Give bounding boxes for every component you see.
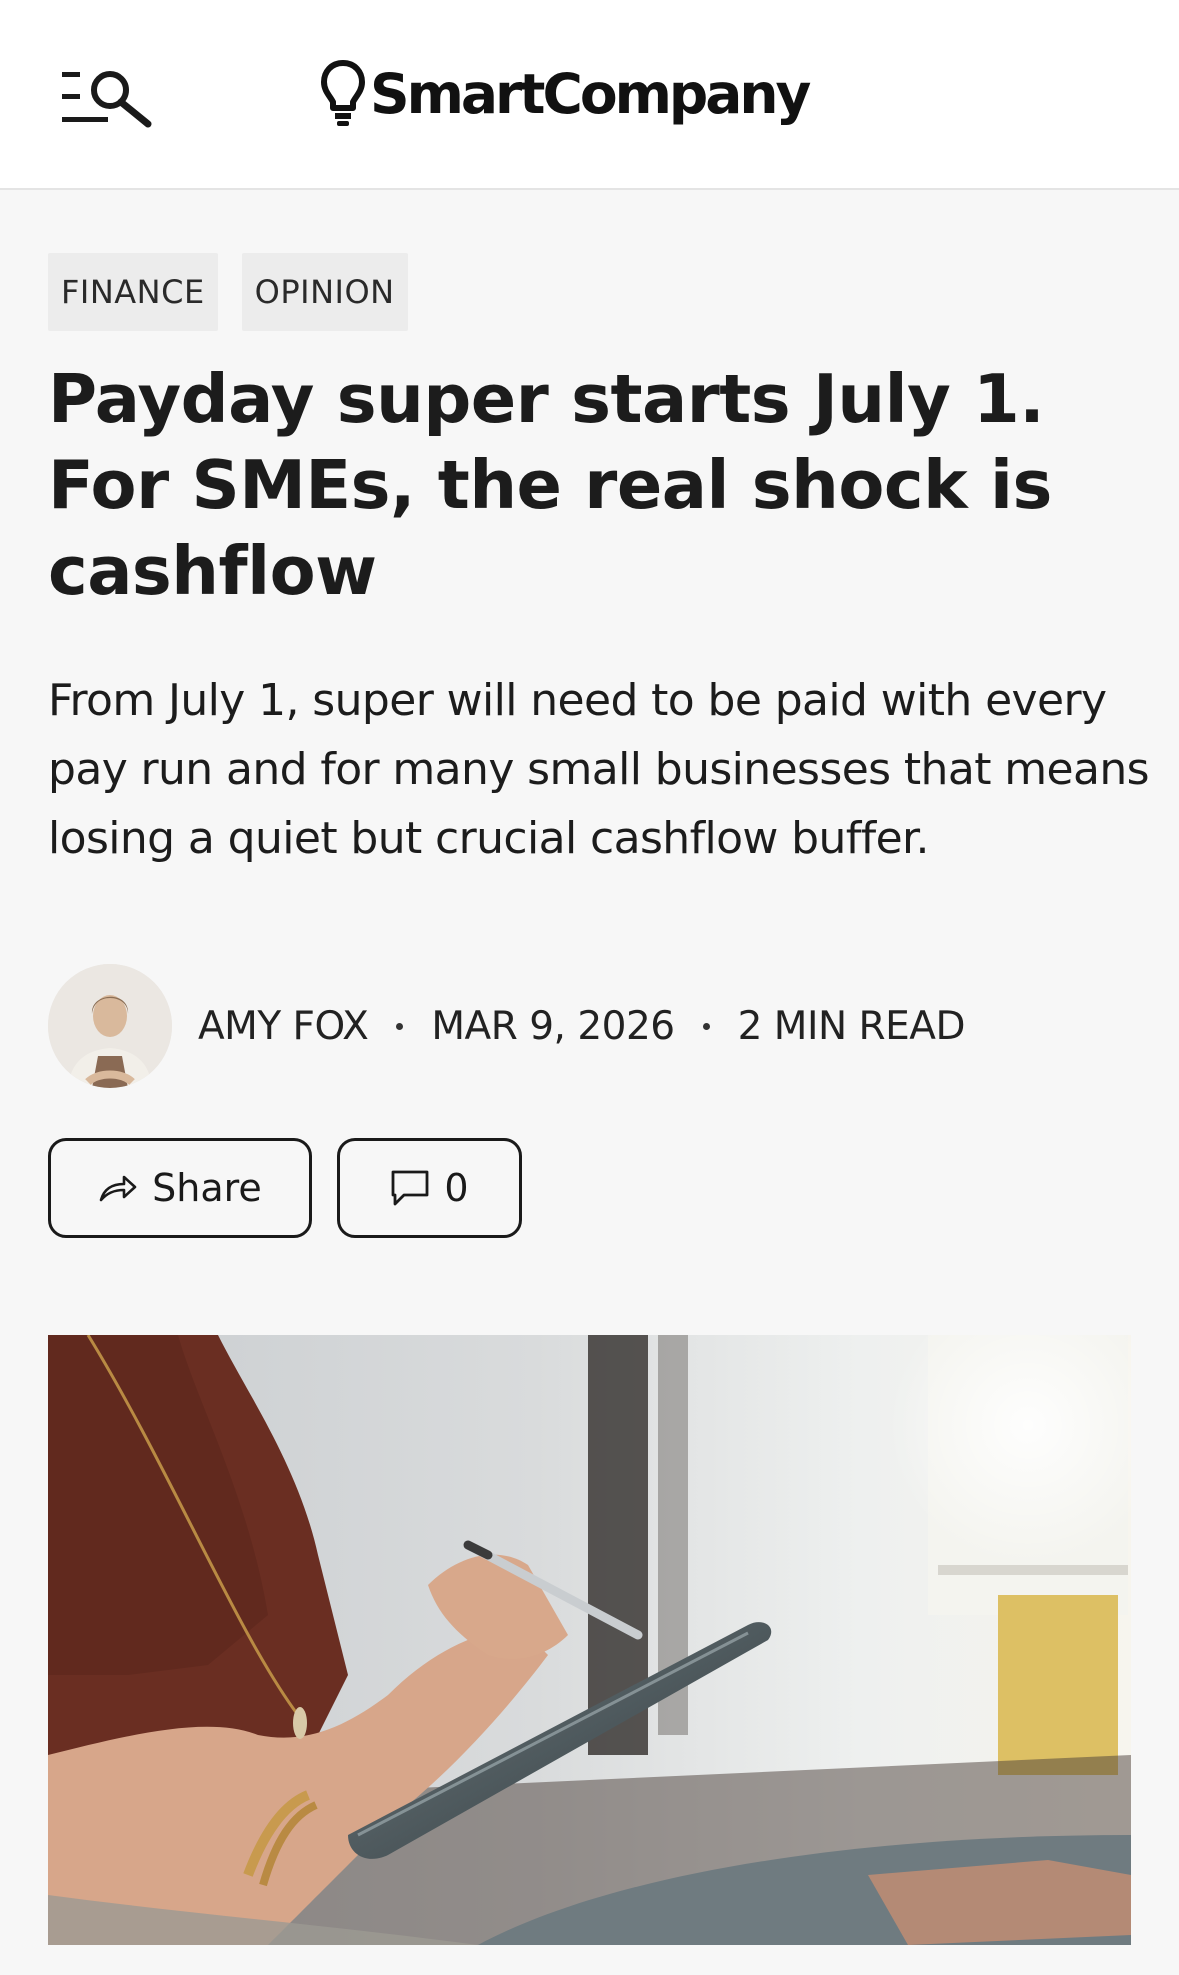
article-headline: Payday super starts July 1. For SMEs, th… (48, 360, 1052, 610)
author-photo (48, 964, 172, 1088)
site-logo[interactable]: SmartCompany (320, 52, 811, 136)
article-standfirst: From July 1, super will need to be paid … (48, 675, 1150, 864)
share-arrow-icon (99, 1175, 137, 1202)
share-button[interactable]: Share (48, 1138, 312, 1238)
byline: AMY FOX MAR 9, 2026 2 MIN READ (48, 964, 965, 1088)
tag-opinion[interactable]: OPINION (241, 253, 408, 331)
comment-bubble-icon (392, 1170, 429, 1206)
byline-meta: AMY FOX MAR 9, 2026 2 MIN READ (198, 1004, 965, 1049)
menu-search-icon (62, 71, 152, 128)
hero-photo-woman-with-tablet (48, 1335, 1131, 1945)
logo-text: SmartCompany (370, 62, 811, 126)
hero-image (48, 1335, 1131, 1945)
publish-date: MAR 9, 2026 (431, 1003, 675, 1049)
top-bar: SmartCompany (0, 0, 1179, 190)
read-time: 2 MIN READ (737, 1003, 966, 1049)
separator-dot (396, 1022, 404, 1030)
comment-count: 0 (444, 1166, 469, 1210)
tag-finance[interactable]: FINANCE (48, 253, 218, 331)
article-tags: FINANCE OPINION (48, 253, 408, 331)
comments-button[interactable]: 0 (337, 1138, 522, 1238)
author-name[interactable]: AMY FOX (198, 1004, 369, 1049)
separator-dot (702, 1022, 710, 1030)
share-label: Share (152, 1166, 262, 1210)
menu-search-button[interactable] (60, 64, 156, 130)
author-avatar[interactable] (48, 964, 172, 1088)
lightbulb-logo-icon (321, 60, 365, 126)
